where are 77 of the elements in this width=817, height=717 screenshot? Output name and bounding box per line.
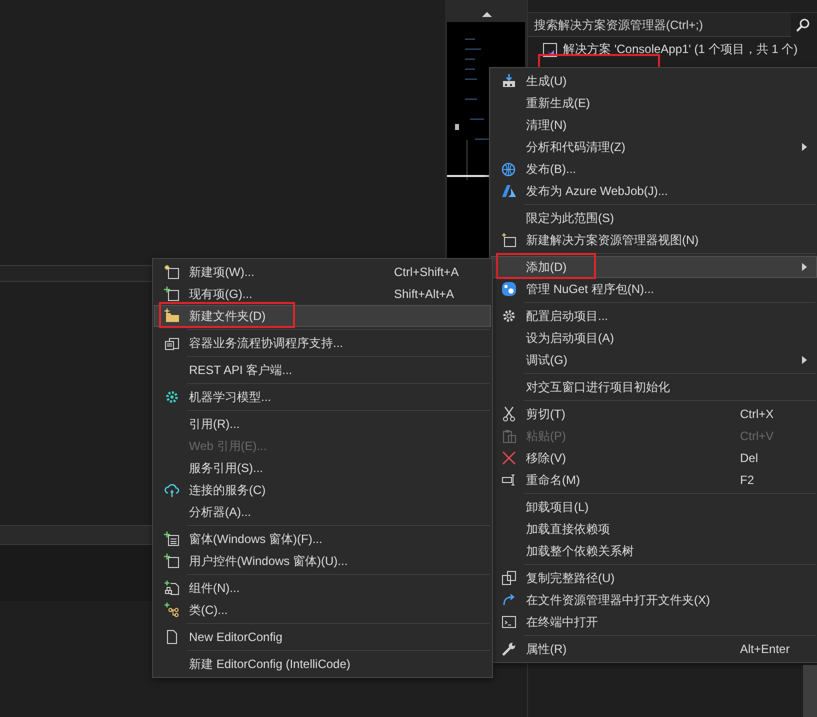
tree-item[interactable]: 解决方案 'ConsoleApp1' (1 个项目，共 1 个): [563, 41, 798, 58]
menu-item[interactable]: 发布为 Azure WebJob(J)...: [491, 180, 817, 202]
menu-item[interactable]: 管理 NuGet 程序包(N)...: [491, 278, 817, 300]
menu-item[interactable]: 新建 EditorConfig (IntelliCode): [154, 653, 491, 675]
file-icon: [164, 629, 180, 645]
azure-icon: [501, 183, 517, 199]
shortcut-label: Ctrl+X: [740, 407, 774, 421]
menu-item[interactable]: 组件(N)...: [154, 577, 491, 599]
class-icon: [164, 602, 180, 618]
clipboard-icon: [501, 428, 517, 444]
build-icon: [501, 73, 517, 89]
shortcut-label: F2: [740, 473, 754, 487]
menu-item[interactable]: 添加(D): [491, 256, 817, 278]
menu-item[interactable]: 配置启动项目...: [491, 305, 817, 327]
rename-icon: [501, 472, 517, 488]
menu-item[interactable]: REST API 客户端...: [154, 359, 491, 381]
new-item-icon: [164, 264, 180, 280]
form-icon: [164, 531, 180, 547]
menu-item[interactable]: 引用(R)...: [154, 413, 491, 435]
menu-item[interactable]: 连接的服务(C): [154, 479, 491, 501]
menu-item[interactable]: 剪切(T) Ctrl+X: [491, 403, 817, 425]
menu-item[interactable]: 重命名(M) F2: [491, 469, 817, 491]
menu-item[interactable]: 复制完整路径(U): [491, 567, 817, 589]
menu-item[interactable]: 加载直接依赖项: [491, 518, 817, 540]
menu-item[interactable]: 分析和代码清理(Z): [491, 136, 817, 158]
wrench-icon: [501, 641, 517, 657]
search-icon: [795, 17, 811, 33]
shortcut-label: Shift+Alt+A: [394, 287, 454, 301]
scrollbar[interactable]: [803, 665, 817, 717]
new-view-icon: [501, 232, 517, 248]
terminal-icon: [501, 614, 517, 630]
menu-item[interactable]: 发布(B)...: [491, 158, 817, 180]
menu-item[interactable]: 调试(G): [491, 349, 817, 371]
menu-item[interactable]: 清理(N): [491, 114, 817, 136]
menu-item[interactable]: 新建解决方案资源管理器视图(N): [491, 229, 817, 251]
shortcut-label: Alt+Enter: [740, 642, 790, 656]
menu-item[interactable]: 类(C)...: [154, 599, 491, 621]
gear-icon: [164, 389, 180, 405]
remove-icon: [501, 450, 517, 466]
menu-item[interactable]: 重新生成(E): [491, 92, 817, 114]
shortcut-label: Ctrl+Shift+A: [394, 265, 459, 279]
menu-item[interactable]: 现有项(G)... Shift+Alt+A: [154, 283, 491, 305]
menu-item[interactable]: 对交互窗口进行项目初始化: [491, 376, 817, 398]
menu-item[interactable]: 服务引用(S)...: [154, 457, 491, 479]
component-icon: [164, 580, 180, 596]
menu-item[interactable]: 属性(R) Alt+Enter: [491, 638, 817, 660]
cloud-icon: [164, 482, 180, 498]
menu-item[interactable]: 生成(U): [491, 70, 817, 92]
menu-item[interactable]: 容器业务流程协调程序支持...: [154, 332, 491, 354]
globe-icon: [501, 161, 517, 177]
menu-item[interactable]: New EditorConfig: [154, 626, 491, 648]
menu-item[interactable]: 移除(V) Del: [491, 447, 817, 469]
copy-icon: [501, 570, 517, 586]
menu-item[interactable]: 卸载项目(L): [491, 496, 817, 518]
nuget-icon: [501, 281, 517, 297]
menu-item[interactable]: 在文件资源管理器中打开文件夹(X): [491, 589, 817, 611]
gear-icon: [501, 308, 517, 324]
menu-item[interactable]: 在终端中打开: [491, 611, 817, 633]
search-field[interactable]: 搜索解决方案资源管理器(Ctrl+;): [528, 13, 791, 37]
menu-item[interactable]: 分析器(A)...: [154, 501, 491, 523]
menu-item[interactable]: 限定为此范围(S): [491, 207, 817, 229]
solution-icon: [542, 42, 558, 58]
menu-item[interactable]: 用户控件(Windows 窗体)(U)...: [154, 550, 491, 572]
menu-item[interactable]: 新建文件夹(D): [154, 305, 491, 327]
scissors-icon: [501, 406, 517, 422]
shortcut-label: Ctrl+V: [740, 429, 774, 443]
container-icon: [164, 335, 180, 351]
curved-arrow-icon: [501, 592, 517, 608]
menu-item[interactable]: 机器学习模型...: [154, 386, 491, 408]
add-item-icon: [164, 553, 180, 569]
menu-item[interactable]: 加载整个依赖关系树: [491, 540, 817, 562]
shortcut-label: Del: [740, 451, 758, 465]
add-item-icon: [164, 286, 180, 302]
menu-item[interactable]: 新建项(W)... Ctrl+Shift+A: [154, 261, 491, 283]
menu-item[interactable]: 窗体(Windows 窗体)(F)...: [154, 528, 491, 550]
menu-item[interactable]: 设为启动项目(A): [491, 327, 817, 349]
folder-icon: [164, 308, 180, 324]
